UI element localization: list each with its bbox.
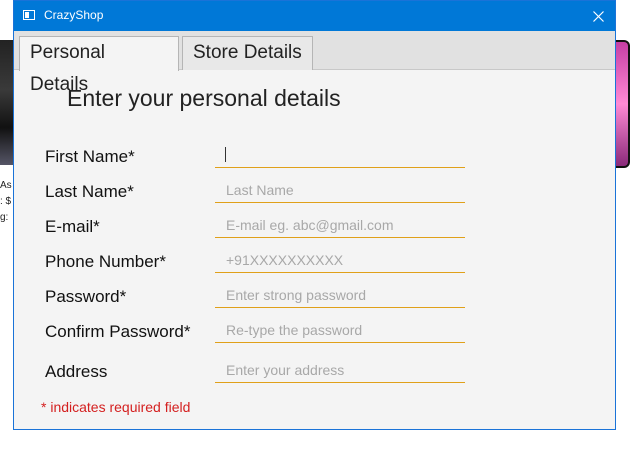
email-input[interactable] (215, 212, 465, 238)
close-button[interactable] (581, 1, 615, 31)
first-name-label: First Name* (45, 147, 135, 166)
password-label: Password* (45, 287, 127, 306)
password-input[interactable] (215, 282, 465, 308)
tab-personal-details[interactable]: Personal Details (19, 36, 179, 95)
background-text: : $ (0, 196, 12, 207)
confirm-password-input[interactable] (215, 317, 465, 343)
title-bar[interactable]: CrazyShop (14, 1, 615, 31)
window-title: CrazyShop (44, 8, 104, 22)
text-cursor (225, 147, 226, 162)
tab-bar: Personal Details Store Details (14, 31, 615, 95)
confirm-password-label: Confirm Password* (45, 322, 191, 341)
form-heading: Enter your personal details (67, 85, 341, 111)
close-icon (592, 10, 604, 22)
background-text: As (0, 180, 12, 191)
address-input[interactable] (215, 357, 465, 383)
email-label: E-mail* (45, 217, 100, 236)
phone-number-input[interactable] (215, 247, 465, 273)
phone-number-label: Phone Number* (45, 252, 166, 271)
last-name-label: Last Name* (45, 182, 134, 201)
first-name-input[interactable] (215, 142, 465, 168)
required-field-note: * indicates required field (41, 399, 191, 415)
background-product-image (0, 40, 13, 165)
window-icon (23, 10, 35, 20)
background-text: g: (0, 212, 9, 223)
address-label: Address (45, 362, 108, 381)
last-name-input[interactable] (215, 177, 465, 203)
dialog-window: CrazyShop Personal Details Store Details… (13, 0, 616, 430)
background-product-image (614, 40, 630, 168)
tab-store-details[interactable]: Store Details (182, 36, 313, 70)
